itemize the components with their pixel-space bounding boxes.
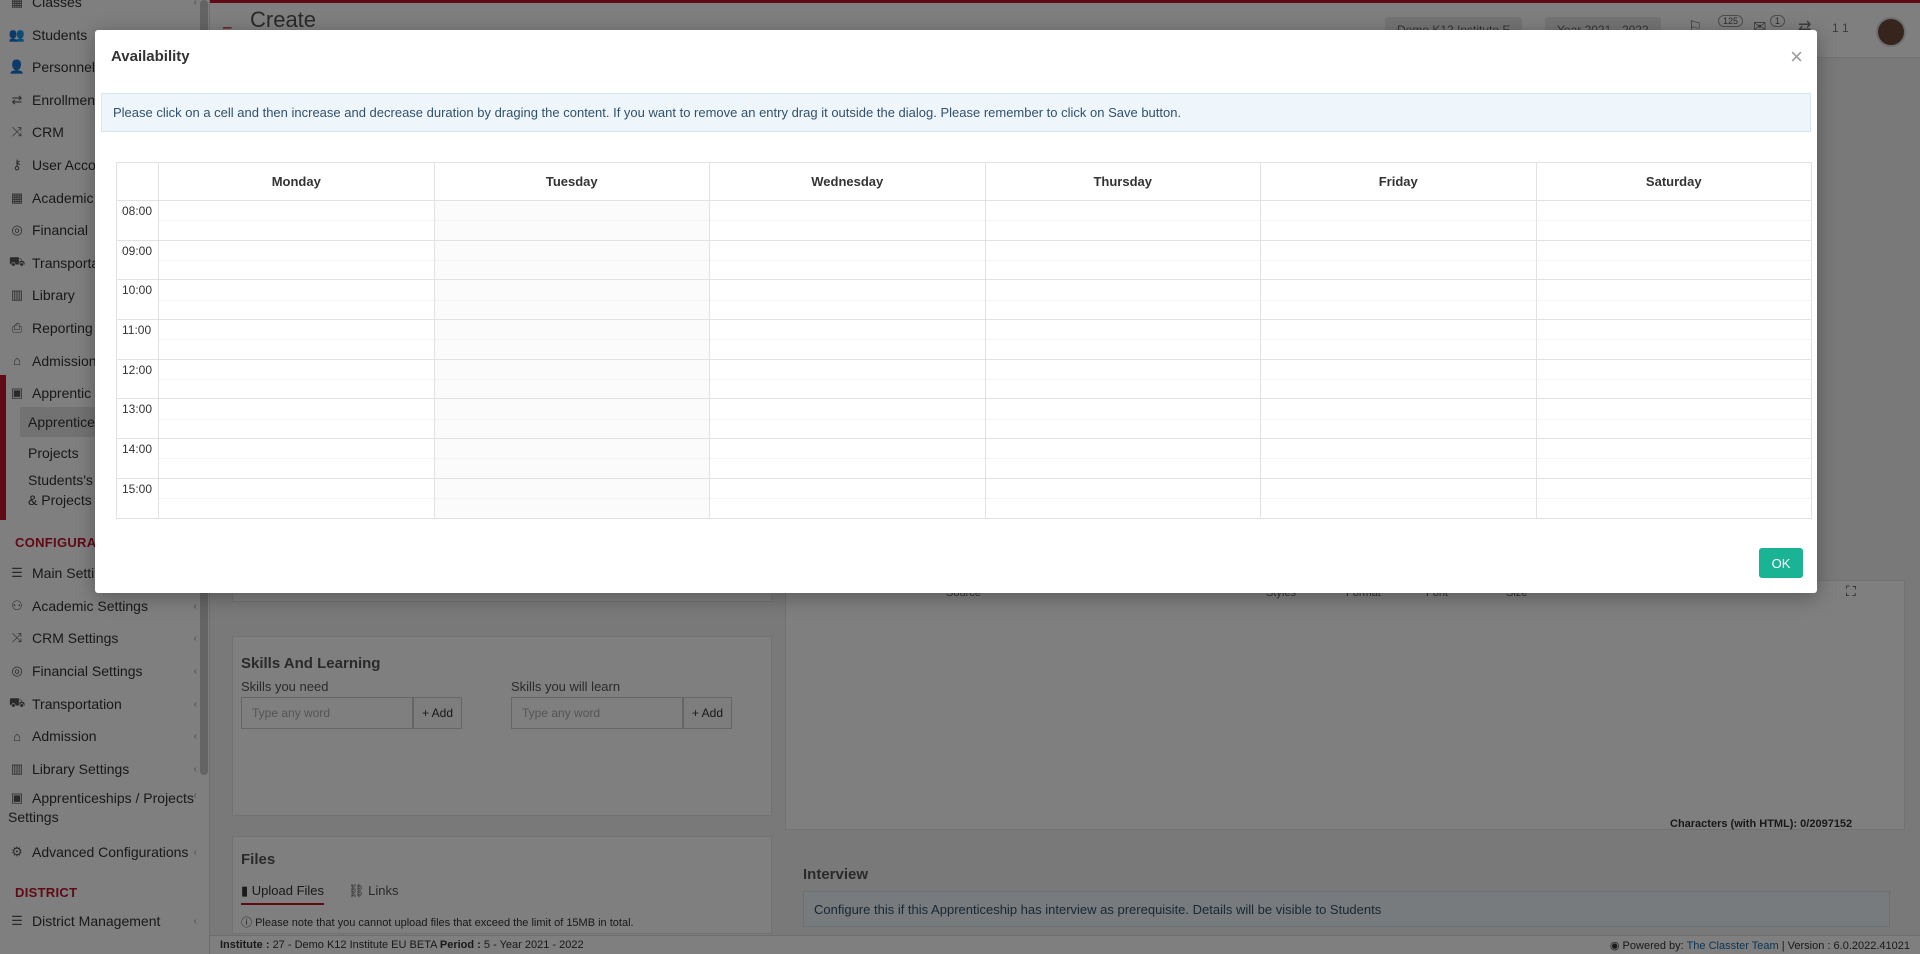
slot-cell-friday[interactable] bbox=[1260, 279, 1537, 321]
slot-cell-saturday[interactable] bbox=[1535, 200, 1812, 241]
time-row: 13:00 bbox=[116, 398, 1812, 440]
slot-cell-tuesday[interactable] bbox=[433, 438, 710, 479]
slot-cell-thursday[interactable] bbox=[984, 200, 1261, 241]
time-column-header bbox=[116, 162, 159, 201]
day-header-monday: Monday bbox=[158, 162, 435, 201]
time-label: 10:00 bbox=[116, 279, 159, 321]
slot-cell-friday[interactable] bbox=[1260, 438, 1537, 479]
time-row: 15:00 bbox=[116, 477, 1812, 519]
dialog-info-message: Please click on a cell and then increase… bbox=[101, 93, 1811, 132]
slot-cell-saturday[interactable] bbox=[1535, 358, 1812, 400]
slot-cell-monday[interactable] bbox=[158, 279, 435, 321]
time-label: 12:00 bbox=[116, 358, 159, 400]
time-row: 10:00 bbox=[116, 279, 1812, 321]
dialog-title: Availability bbox=[111, 48, 190, 65]
time-row: 14:00 bbox=[116, 438, 1812, 479]
slot-cell-monday[interactable] bbox=[158, 398, 435, 440]
slot-cell-wednesday[interactable] bbox=[709, 358, 986, 400]
slot-cell-wednesday[interactable] bbox=[709, 438, 986, 479]
slot-cell-wednesday[interactable] bbox=[709, 200, 986, 241]
slot-cell-thursday[interactable] bbox=[984, 358, 1261, 400]
slot-cell-monday[interactable] bbox=[158, 358, 435, 400]
slot-cell-wednesday[interactable] bbox=[709, 239, 986, 281]
slot-cell-monday[interactable] bbox=[158, 239, 435, 281]
slot-cell-tuesday[interactable] bbox=[433, 477, 710, 519]
day-header-wednesday: Wednesday bbox=[709, 162, 986, 201]
slot-cell-tuesday[interactable] bbox=[433, 200, 710, 241]
slot-cell-wednesday[interactable] bbox=[709, 279, 986, 321]
slot-cell-wednesday[interactable] bbox=[709, 398, 986, 440]
slot-cell-saturday[interactable] bbox=[1535, 239, 1812, 281]
slot-cell-saturday[interactable] bbox=[1535, 279, 1812, 321]
slot-cell-friday[interactable] bbox=[1260, 477, 1537, 519]
time-label: 11:00 bbox=[116, 319, 159, 360]
time-label: 14:00 bbox=[116, 438, 159, 479]
day-header-thursday: Thursday bbox=[984, 162, 1261, 201]
close-icon[interactable]: × bbox=[1790, 44, 1803, 70]
slot-cell-saturday[interactable] bbox=[1535, 438, 1812, 479]
slot-cell-saturday[interactable] bbox=[1535, 477, 1812, 519]
slot-cell-monday[interactable] bbox=[158, 438, 435, 479]
time-label: 09:00 bbox=[116, 239, 159, 281]
slot-cell-friday[interactable] bbox=[1260, 319, 1537, 360]
availability-dialog: Availability × Please click on a cell an… bbox=[95, 30, 1817, 593]
slot-cell-friday[interactable] bbox=[1260, 358, 1537, 400]
slot-cell-tuesday[interactable] bbox=[433, 319, 710, 360]
time-label: 15:00 bbox=[116, 477, 159, 519]
slot-cell-thursday[interactable] bbox=[984, 239, 1261, 281]
slot-cell-thursday[interactable] bbox=[984, 438, 1261, 479]
slot-cell-tuesday[interactable] bbox=[433, 398, 710, 440]
time-label: 13:00 bbox=[116, 398, 159, 440]
slot-cell-monday[interactable] bbox=[158, 200, 435, 241]
day-header-tuesday: Tuesday bbox=[433, 162, 710, 201]
slot-cell-thursday[interactable] bbox=[984, 319, 1261, 360]
slot-cell-wednesday[interactable] bbox=[709, 477, 986, 519]
slot-cell-friday[interactable] bbox=[1260, 398, 1537, 440]
slot-cell-tuesday[interactable] bbox=[433, 358, 710, 400]
slot-cell-friday[interactable] bbox=[1260, 239, 1537, 281]
time-row: 12:00 bbox=[116, 358, 1812, 400]
slot-cell-saturday[interactable] bbox=[1535, 398, 1812, 440]
day-header-friday: Friday bbox=[1260, 162, 1537, 201]
slot-cell-thursday[interactable] bbox=[984, 398, 1261, 440]
slot-cell-friday[interactable] bbox=[1260, 200, 1537, 241]
slot-cell-thursday[interactable] bbox=[984, 477, 1261, 519]
ok-button[interactable]: OK bbox=[1759, 548, 1803, 578]
time-row: 11:00 bbox=[116, 319, 1812, 360]
slot-cell-tuesday[interactable] bbox=[433, 279, 710, 321]
slot-cell-tuesday[interactable] bbox=[433, 239, 710, 281]
slot-cell-wednesday[interactable] bbox=[709, 319, 986, 360]
slot-cell-monday[interactable] bbox=[158, 319, 435, 360]
day-header-saturday: Saturday bbox=[1535, 162, 1812, 201]
time-label: 08:00 bbox=[116, 200, 159, 241]
slot-cell-thursday[interactable] bbox=[984, 279, 1261, 321]
time-row: 09:00 bbox=[116, 239, 1812, 281]
slot-cell-saturday[interactable] bbox=[1535, 319, 1812, 360]
availability-calendar: Monday Tuesday Wednesday Thursday Friday Satu… bbox=[116, 162, 1812, 519]
slot-cell-monday[interactable] bbox=[158, 477, 435, 519]
time-row: 08:00 bbox=[116, 200, 1812, 241]
